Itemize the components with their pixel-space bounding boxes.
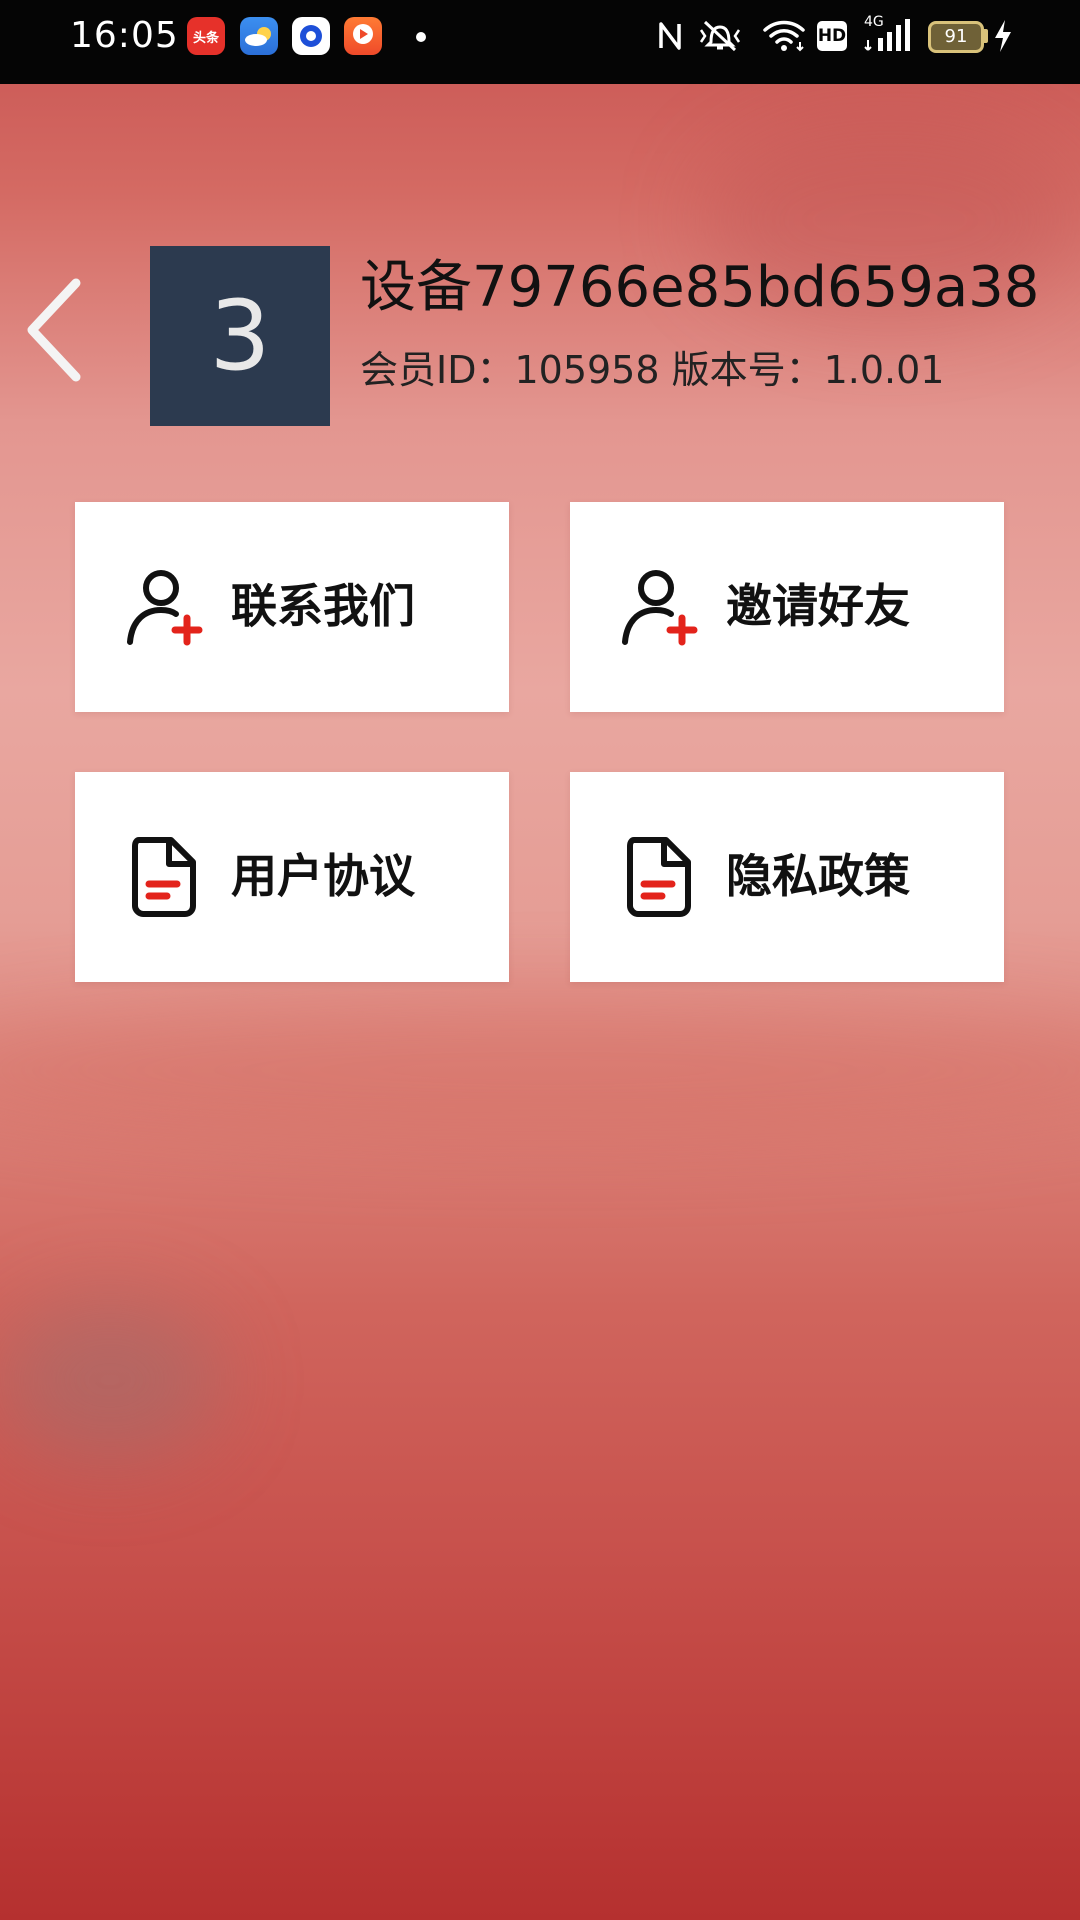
chevron-left-icon <box>27 278 81 382</box>
battery-cap <box>984 29 988 43</box>
device-name: 设备79766e85bd659a38 <box>360 255 1040 320</box>
contact-us-button[interactable]: 联系我们 <box>75 502 509 712</box>
privacy-policy-button[interactable]: 隐私政策 <box>570 772 1004 982</box>
invite-friends-button[interactable]: 邀请好友 <box>570 502 1004 712</box>
contact-us-label: 联系我们 <box>231 579 415 633</box>
nfc-icon <box>655 18 685 58</box>
user-agreement-label: 用户协议 <box>231 849 415 903</box>
privacy-policy-label: 隐私政策 <box>726 849 910 903</box>
battery-level: 91 <box>944 26 968 47</box>
add-user-icon <box>622 570 698 646</box>
invite-friends-label: 邀请好友 <box>726 579 910 633</box>
status-bar: 16:05 头条 HD 4G 91 <box>0 0 1080 84</box>
toutiao-label: 头条 <box>192 30 219 46</box>
member-info: 会员ID：105958 版本号：1.0.01 <box>360 348 945 392</box>
avatar-number: 3 <box>209 280 271 392</box>
hd-icon: HD <box>817 21 847 51</box>
status-time: 16:05 <box>70 15 179 56</box>
circle-app-icon <box>292 17 330 55</box>
screen: 16:05 头条 HD 4G 91 3 设备79766e85bd659a38 会… <box>0 0 1080 1920</box>
weather-icon <box>240 17 278 55</box>
signal-4g-icon <box>864 18 910 58</box>
battery-icon: 91 <box>928 21 984 53</box>
background-blur <box>0 1000 1080 1140</box>
vibrate-icon <box>697 18 743 58</box>
user-agreement-button[interactable]: 用户协议 <box>75 772 509 982</box>
back-button[interactable] <box>14 270 94 390</box>
document-icon <box>627 837 691 917</box>
video-app-icon <box>344 17 382 55</box>
background-blur <box>0 1300 220 1460</box>
document-icon <box>132 837 196 917</box>
wifi-icon <box>762 18 806 58</box>
add-user-icon <box>127 570 203 646</box>
charging-icon <box>992 18 1014 58</box>
notification-dot <box>416 32 426 42</box>
toutiao-icon: 头条 <box>187 17 225 55</box>
avatar: 3 <box>150 246 330 426</box>
